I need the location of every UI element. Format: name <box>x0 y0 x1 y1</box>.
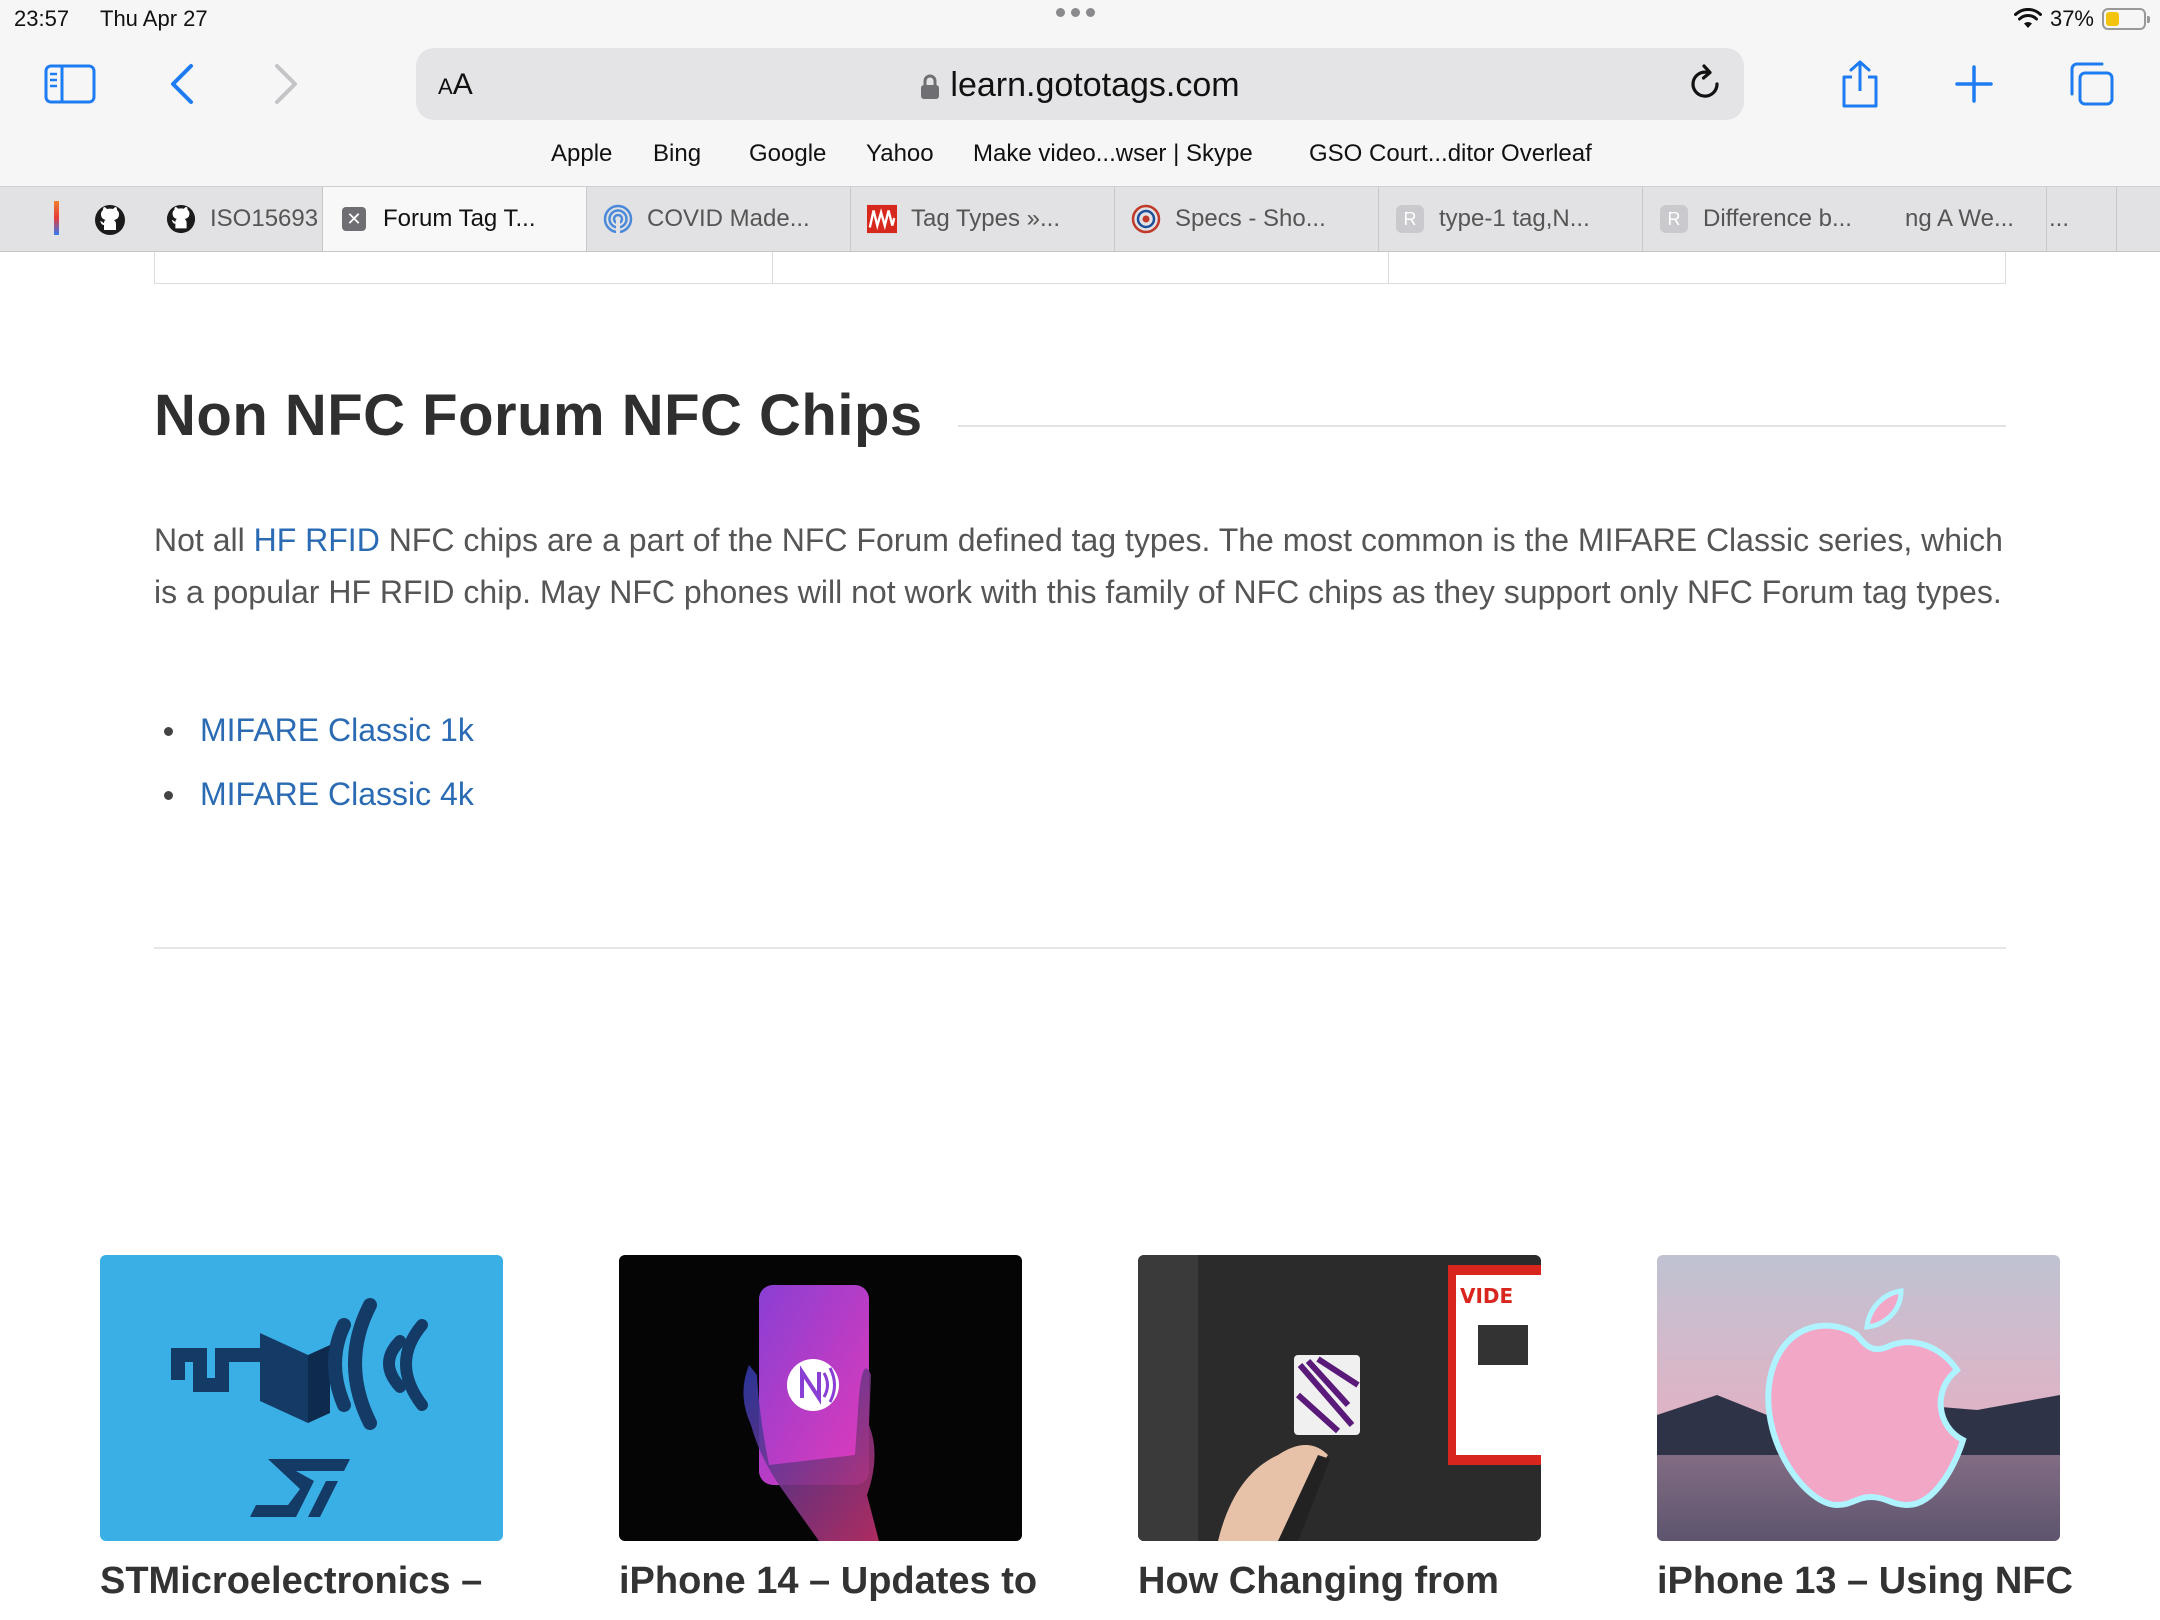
related-card[interactable]: iPhone 13 – Using NFC <box>1657 1255 2073 1607</box>
card-title[interactable]: iPhone 14 – Updates to <box>619 1555 1037 1607</box>
apple-logo-glow-image[interactable] <box>1657 1255 2060 1541</box>
nfc-chip-icon <box>171 1298 428 1517</box>
favorite-google[interactable]: Google <box>749 140 826 168</box>
tab-label: Difference b... <box>1703 205 1852 232</box>
pinned-tab-indicator <box>54 201 59 235</box>
share-icon <box>1842 60 1878 108</box>
hf-rfid-link[interactable]: HF RFID <box>254 522 380 558</box>
status-indicators: 37% <box>2013 6 2150 32</box>
url-text: learn.gototags.com <box>950 66 1240 104</box>
tab-covid-made[interactable]: COVID Made... <box>587 187 851 251</box>
mifare-classic-1k-link[interactable]: MIFARE Classic 1k <box>200 712 474 748</box>
tabs-icon <box>2070 62 2114 106</box>
battery-percent: 37% <box>2049 6 2094 31</box>
wave-icon <box>867 204 897 234</box>
target-icon <box>1131 204 1161 234</box>
list-item: MIFARE Classic 1k <box>154 706 474 770</box>
favorite-skype[interactable]: Make video...wser | Skype <box>973 140 1253 168</box>
reload-icon <box>1691 64 1719 98</box>
list-item: MIFARE Classic 4k <box>154 770 474 834</box>
forward-button[interactable] <box>256 54 316 114</box>
tab-specs[interactable]: Specs - Sho... <box>1115 187 1379 251</box>
chevron-right-icon <box>275 64 297 104</box>
sidebar-toggle-button[interactable] <box>40 54 100 114</box>
para-text: NFC chips are a part of the NFC Forum de… <box>154 522 2003 610</box>
mifare-classic-4k-link[interactable]: MIFARE Classic 4k <box>200 776 474 812</box>
reload-button[interactable] <box>1686 62 1724 107</box>
pinned-tab-github[interactable] <box>94 204 126 241</box>
section-heading: Non NFC Forum NFC Chips <box>154 383 923 448</box>
r-icon: R <box>1396 205 1424 233</box>
tab-overview-button[interactable] <box>2062 54 2122 114</box>
tab-label: Tag Types »... <box>911 205 1060 232</box>
tab-forum-tag-types[interactable]: ✕ Forum Tag T... <box>323 187 587 251</box>
apple-logo-icon <box>1657 1288 2060 1541</box>
status-date: Thu Apr 27 <box>100 6 208 31</box>
card-title[interactable]: STMicroelectronics – <box>100 1555 503 1607</box>
tab-overflow[interactable]: ... <box>2047 187 2117 251</box>
hand-marker-tag-image[interactable]: VIDE <box>1138 1255 1541 1541</box>
back-button[interactable] <box>152 54 212 114</box>
status-time: 23:57 <box>14 6 70 31</box>
card-title[interactable]: How Changing from <box>1138 1555 1541 1607</box>
st-nfc-logo-image[interactable] <box>100 1255 503 1541</box>
article-paragraph: Not all HF RFID NFC chips are a part of … <box>154 514 2014 618</box>
plus-icon <box>1955 65 1993 103</box>
related-card[interactable]: iPhone 14 – Updates to <box>619 1255 1037 1607</box>
tab-label: Forum Tag T... <box>383 205 536 232</box>
chip-link-list: MIFARE Classic 1k MIFARE Classic 4k <box>154 706 474 834</box>
close-icon[interactable]: ✕ <box>342 207 366 231</box>
browser-toolbar: AA learn.gototags.com <box>0 44 2160 124</box>
url-display[interactable]: learn.gototags.com <box>416 66 1744 105</box>
battery-icon <box>2102 8 2150 30</box>
favorite-bing[interactable]: Bing <box>653 140 701 168</box>
tab-type1-tag[interactable]: R type-1 tag,N... <box>1379 187 1643 251</box>
favorite-overleaf[interactable]: GSO Court...ditor Overleaf <box>1309 140 1592 168</box>
lock-icon <box>921 74 940 100</box>
tab-strip: ISO15693 ✕ Forum Tag T... COVID Made... … <box>0 186 2160 252</box>
tab-tag-types[interactable]: Tag Types »... <box>851 187 1115 251</box>
tab-difference[interactable]: R Difference b... <box>1643 187 1907 251</box>
wifi-icon <box>2013 8 2042 28</box>
tab-web[interactable]: ng A We... <box>1895 187 2047 251</box>
github-icon <box>166 204 196 234</box>
fingerprint-icon <box>603 204 633 234</box>
sidebar-icon <box>44 64 96 104</box>
tab-iso15693[interactable]: ISO15693 <box>150 187 323 251</box>
github-icon <box>95 205 125 235</box>
marker-tag-icon: VIDE <box>1138 1255 1541 1541</box>
tab-label: ... <box>2049 205 2070 232</box>
address-bar[interactable]: AA learn.gototags.com <box>416 48 1744 120</box>
favorites-bar: Apple Bing Google Yahoo Make video...wse… <box>0 136 2160 172</box>
table-bottom-edge <box>154 252 2006 284</box>
section-divider <box>154 947 2006 949</box>
tab-label: type-1 tag,N... <box>1439 205 1590 232</box>
tab-label: ISO15693 <box>210 205 319 232</box>
para-text: Not all <box>154 522 254 558</box>
tab-label: ng A We... <box>1905 205 2014 232</box>
r-icon: R <box>1660 205 1688 233</box>
new-tab-button[interactable] <box>1944 54 2004 114</box>
svg-text:VIDE: VIDE <box>1460 1284 1513 1308</box>
favorite-apple[interactable]: Apple <box>551 140 612 168</box>
card-title[interactable]: iPhone 13 – Using NFC <box>1657 1555 2073 1607</box>
multitasking-dots-icon[interactable] <box>1056 8 1095 17</box>
heading-rule <box>958 425 2006 427</box>
related-card[interactable]: VIDE How Changing from <box>1138 1255 1541 1607</box>
status-bar: 23:57 Thu Apr 27 37% <box>0 0 2160 40</box>
tab-label: Specs - Sho... <box>1175 205 1326 232</box>
related-card[interactable]: STMicroelectronics – <box>100 1255 503 1607</box>
phone-nfc-hand-image[interactable] <box>619 1255 1022 1541</box>
chevron-left-icon <box>171 64 193 104</box>
favorite-yahoo[interactable]: Yahoo <box>866 140 934 168</box>
tab-label: COVID Made... <box>647 205 810 232</box>
share-button[interactable] <box>1830 54 1890 114</box>
browser-chrome: 23:57 Thu Apr 27 37% AA learn.gototags.c… <box>0 0 2160 186</box>
phone-nfc-icon <box>743 1285 879 1541</box>
